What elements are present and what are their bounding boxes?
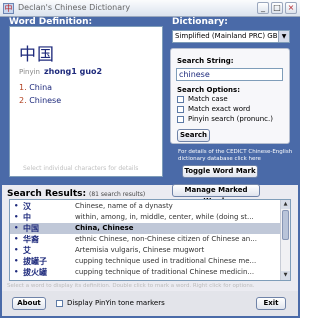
result-row[interactable]: • 汉 Chinese, name of a dynasty	[10, 201, 280, 212]
definition-hint: Select individual characters for details	[23, 165, 139, 172]
results-hint: Select a word to display its definition.…	[7, 283, 255, 289]
meaning-text: Chinese	[29, 96, 62, 105]
result-row[interactable]: • 中 within, among, in, middle, center, whi…	[10, 212, 280, 223]
result-hanzi: 艾	[23, 246, 31, 255]
result-definition: within, among, in, middle, center, while…	[75, 213, 254, 221]
result-definition: cupping technique used in traditional Ch…	[75, 257, 257, 265]
meaning-item: 1. China	[19, 83, 61, 92]
result-row[interactable]: • 拔火罐 cupping technique of traditional Chi…	[10, 267, 280, 278]
pinyin-line: Pinyin zhong1 guo2	[19, 67, 102, 76]
about-button[interactable]: About	[12, 297, 46, 310]
result-definition: China, Chinese	[75, 224, 134, 232]
scroll-up-icon[interactable]: ▲	[281, 200, 290, 209]
search-input[interactable]: chinese	[176, 68, 283, 81]
pinyin-label: Pinyin	[19, 68, 40, 76]
dictionary-label: Dictionary:	[172, 17, 228, 27]
bottom-bar: About Display PinYin tone markers Exit	[2, 291, 298, 316]
tone-markers-checkbox[interactable]	[56, 300, 63, 307]
bullet-icon: •	[14, 235, 19, 243]
exit-button[interactable]: Exit	[256, 297, 286, 310]
result-hanzi: 拔罐子	[23, 257, 47, 266]
bullet-icon: •	[14, 268, 19, 276]
maximize-button[interactable]: □	[271, 2, 283, 14]
match-exact-word-checkbox[interactable]	[177, 106, 184, 113]
match-case-checkbox[interactable]	[177, 96, 184, 103]
window-title: Declan's Chinese Dictionary	[18, 3, 131, 12]
dictionary-selected-value: Simplified (Mainland PRC) GB	[175, 32, 278, 40]
scroll-down-icon[interactable]: ▼	[281, 271, 290, 280]
bullet-icon: •	[14, 202, 19, 210]
pinyin-search-label: Pinyin search (pronunc.)	[188, 115, 273, 123]
search-options-label: Search Options:	[177, 86, 240, 94]
match-exact-word-label: Match exact word	[188, 105, 251, 113]
result-hanzi: 中	[23, 213, 31, 222]
client-area: Word Definition: 中国 Pinyin zhong1 guo2 1.…	[2, 17, 298, 316]
manage-marked-words-button[interactable]: Manage Marked Words	[172, 184, 260, 205]
meaning-text: China	[29, 83, 53, 92]
search-results-label: Search Results:	[7, 189, 87, 199]
close-button[interactable]: ×	[285, 2, 297, 14]
match-case-label: Match case	[188, 95, 228, 103]
meaning-number: 1.	[19, 83, 27, 92]
cedict-note-link[interactable]: For details of the CEDICT Chinese-Englis…	[178, 149, 294, 163]
dictionary-select[interactable]: Simplified (Mainland PRC) GB ▼	[172, 30, 290, 43]
results-list[interactable]: • 汉 Chinese, name of a dynasty • 中 within, a…	[9, 199, 291, 281]
results-scrollbar[interactable]: ▲ ▼	[280, 200, 290, 280]
result-hanzi: 中国	[23, 224, 39, 233]
bullet-icon: •	[14, 224, 19, 232]
search-string-label: Search String:	[177, 57, 234, 65]
minimize-button[interactable]: _	[257, 2, 269, 14]
result-definition: cupping technique of traditional Chinese…	[75, 268, 255, 276]
meaning-number: 2.	[19, 96, 27, 105]
bullet-icon: •	[14, 246, 19, 254]
result-row[interactable]: • 拔罐子 cupping technique used in traditiona…	[10, 256, 280, 267]
pinyin-search-checkbox[interactable]	[177, 116, 184, 123]
meaning-list: 1. China 2. Chinese	[19, 83, 61, 109]
toggle-word-mark-button[interactable]: Toggle Word Mark	[182, 165, 258, 178]
bullet-icon: •	[14, 257, 19, 265]
definition-hanzi[interactable]: 中国	[19, 40, 55, 65]
scroll-thumb[interactable]	[282, 210, 289, 240]
app-icon: 中	[3, 3, 14, 14]
result-row[interactable]: • 艾 Artemisia vulgaris, Chinese mugwort	[10, 245, 280, 256]
title-bar[interactable]: 中 Declan's Chinese Dictionary _ □ ×	[0, 0, 300, 17]
result-row[interactable]: • 华裔 ethnic Chinese, non-Chinese citizen o…	[10, 234, 280, 245]
result-hanzi: 华裔	[23, 235, 39, 244]
result-definition: ethnic Chinese, non-Chinese citizen of C…	[75, 235, 257, 243]
search-button[interactable]: Search	[177, 129, 210, 142]
search-results-count: (81 search results)	[89, 191, 146, 198]
bullet-icon: •	[14, 213, 19, 221]
meaning-item: 2. Chinese	[19, 96, 61, 105]
chevron-down-icon[interactable]: ▼	[278, 31, 289, 42]
search-panel: Search String: chinese Search Options: M…	[170, 48, 290, 144]
result-hanzi: 拔火罐	[23, 268, 47, 277]
pinyin-value: zhong1 guo2	[43, 67, 103, 76]
definition-box[interactable]: 中国 Pinyin zhong1 guo2 1. China 2. Chinese…	[9, 26, 163, 177]
result-row-selected[interactable]: • 中国 China, Chinese	[10, 223, 280, 234]
result-definition: Artemisia vulgaris, Chinese mugwort	[75, 246, 205, 254]
result-hanzi: 汉	[23, 202, 31, 211]
app-window: 中 Declan's Chinese Dictionary _ □ × Word…	[0, 0, 300, 318]
result-definition: Chinese, name of a dynasty	[75, 202, 173, 210]
tone-markers-label: Display PinYin tone markers	[67, 299, 165, 307]
